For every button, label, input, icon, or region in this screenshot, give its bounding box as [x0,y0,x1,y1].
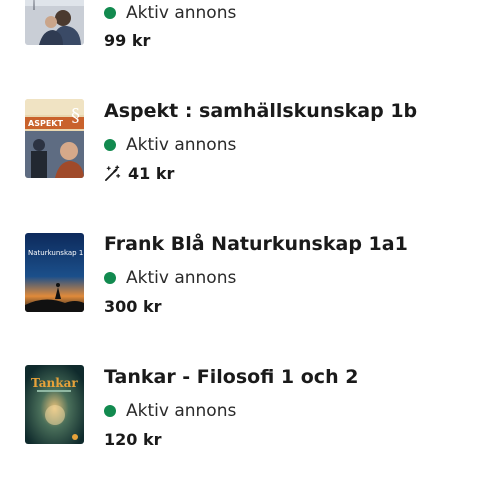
listing-title[interactable]: Frank Blå Naturkunskap 1a1 [104,233,408,255]
cover-title: Naturkunskap 1 [28,249,83,257]
active-status-dot [104,139,116,151]
book-cover-image: Naturkunskap 1 [25,233,84,312]
status-text: Aktiv annons [126,401,237,421]
status-indicator: Aktiv annons [104,268,236,288]
listing-title[interactable]: Aspekt : samhällskunskap 1b [104,100,417,122]
status-indicator: Aktiv annons [104,135,236,155]
price-text: 300 kr [104,297,162,316]
magic-wand-icon [105,165,121,181]
price: 120 kr [104,430,162,449]
price-text: 99 kr [104,31,151,50]
book-cover-image: ASPEKT § [25,99,84,178]
active-status-dot [104,405,116,417]
book-cover-image [25,0,84,45]
status-text: Aktiv annons [126,3,237,23]
svg-text:§: § [71,105,80,126]
price: 300 kr [104,297,162,316]
listing-title[interactable]: Tankar - Filosofi 1 och 2 [104,366,358,388]
price-text: 41 kr [128,164,175,183]
status-text: Aktiv annons [126,135,237,155]
active-status-dot [104,272,116,284]
price: 41 kr [104,164,174,183]
cover-title: ASPEKT [28,119,63,128]
status-indicator: Aktiv annons [104,401,236,421]
status-text: Aktiv annons [126,268,237,288]
price: 99 kr [104,31,150,50]
status-indicator: Aktiv annons [104,3,236,23]
book-cover-image: Tankar [25,365,84,444]
cover-title: Tankar [31,376,78,390]
active-status-dot [104,7,116,19]
price-text: 120 kr [104,430,162,449]
